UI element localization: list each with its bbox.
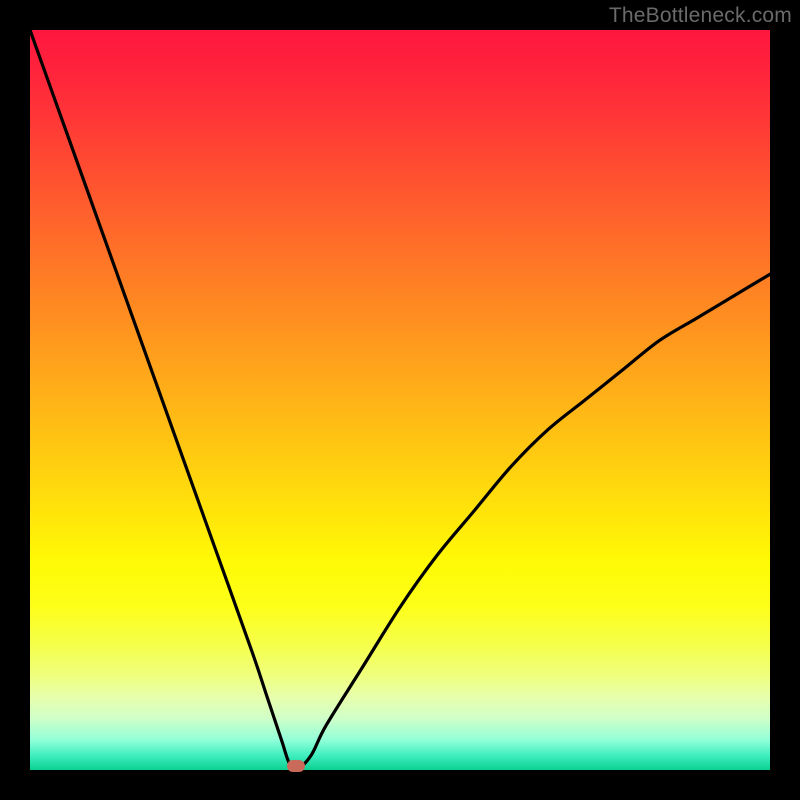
curve-svg bbox=[30, 30, 770, 770]
optimal-point-marker bbox=[287, 760, 305, 772]
plot-area bbox=[30, 30, 770, 770]
chart-container: TheBottleneck.com bbox=[0, 0, 800, 800]
watermark-text: TheBottleneck.com bbox=[609, 4, 792, 28]
bottleneck-curve-path bbox=[30, 30, 770, 770]
